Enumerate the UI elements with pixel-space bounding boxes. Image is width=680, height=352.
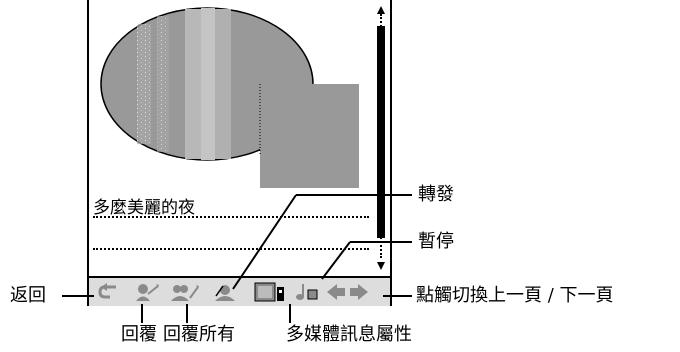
message-picture	[100, 7, 359, 188]
vertical-scrollbar[interactable]	[374, 6, 388, 276]
message-title: 多麼美麗的夜	[93, 198, 195, 218]
toolbar	[89, 276, 390, 306]
pause-button[interactable]	[294, 281, 320, 303]
message-content: 多麼美麗的夜	[89, 0, 372, 276]
scroll-up-icon[interactable]	[377, 6, 385, 14]
reply-all-icon	[171, 285, 199, 301]
back-arrow-icon	[98, 283, 116, 299]
text-line	[93, 216, 369, 218]
reply-button[interactable]	[133, 281, 161, 303]
arrow-left-icon	[327, 284, 345, 300]
callout-pause: 暫停	[418, 231, 454, 252]
device-screen: 多麼美麗的夜	[87, 0, 392, 306]
reply-icon	[136, 284, 159, 301]
scroll-down-icon[interactable]	[377, 262, 385, 270]
callout-multimedia-properties: 多媒體訊息屬性	[286, 324, 412, 345]
next-page-button[interactable]	[348, 281, 370, 303]
callout-reply: 回覆	[121, 324, 157, 345]
text-line	[93, 248, 369, 250]
back-button[interactable]	[95, 281, 121, 303]
callout-back: 返回	[10, 285, 46, 306]
forward-icon	[215, 285, 235, 301]
music-note-icon	[296, 284, 318, 300]
arrow-right-icon	[350, 284, 368, 300]
reply-all-button[interactable]	[169, 281, 201, 303]
forward-button[interactable]	[211, 281, 239, 303]
multimedia-properties-icon	[254, 282, 284, 302]
callout-page-nav: 點觸切換上一頁 / 下一頁	[416, 285, 614, 306]
prev-page-button[interactable]	[325, 281, 347, 303]
multimedia-properties-button[interactable]	[253, 281, 287, 303]
callout-forward: 轉發	[418, 184, 454, 205]
scroll-thumb[interactable]	[377, 26, 385, 238]
callout-reply-all: 回覆所有	[163, 324, 235, 345]
